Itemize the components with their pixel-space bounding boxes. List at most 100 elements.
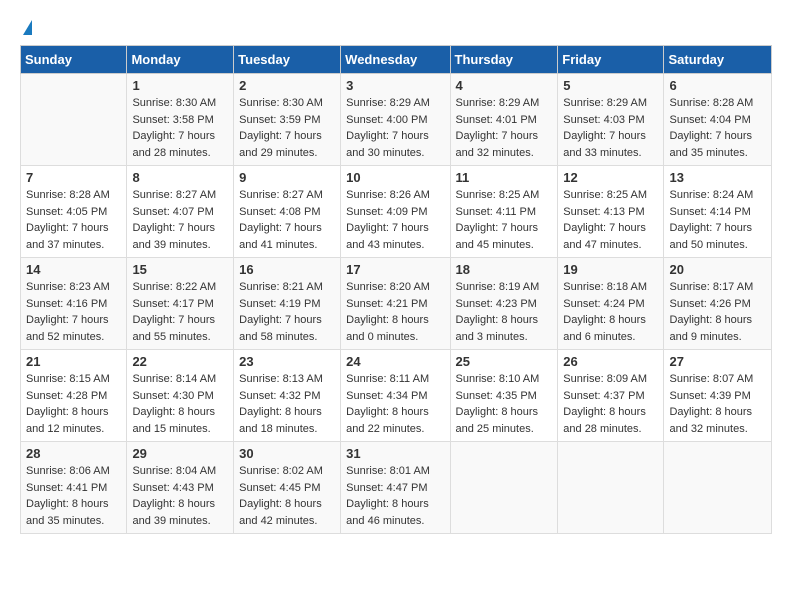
calendar-week-1: 7 Sunrise: 8:28 AMSunset: 4:05 PMDaylight…	[21, 166, 772, 258]
day-number: 25	[456, 354, 553, 369]
day-number: 24	[346, 354, 444, 369]
day-number: 29	[132, 446, 228, 461]
calendar-cell: 8 Sunrise: 8:27 AMSunset: 4:07 PMDaylight…	[127, 166, 234, 258]
cell-content: Sunrise: 8:27 AMSunset: 4:07 PMDaylight:…	[132, 187, 228, 253]
calendar-cell: 3 Sunrise: 8:29 AMSunset: 4:00 PMDaylight…	[341, 74, 450, 166]
calendar-cell: 4Sunrise: 8:29 AMSunset: 4:01 PMDaylight…	[450, 74, 558, 166]
cell-content: Sunrise: 8:26 AMSunset: 4:09 PMDaylight:…	[346, 187, 444, 253]
day-number: 23	[239, 354, 335, 369]
cell-content: Sunrise: 8:28 AMSunset: 4:04 PMDaylight:…	[669, 95, 766, 161]
cell-content: Sunrise: 8:06 AMSunset: 4:41 PMDaylight:…	[26, 463, 121, 529]
cell-content: Sunrise: 8:27 AMSunset: 4:08 PMDaylight:…	[239, 187, 335, 253]
cell-content: Sunrise: 8:14 AMSunset: 4:30 PMDaylight:…	[132, 371, 228, 437]
cell-content: Sunrise: 8:02 AMSunset: 4:45 PMDaylight:…	[239, 463, 335, 529]
day-number: 30	[239, 446, 335, 461]
day-number: 9	[239, 170, 335, 185]
header-tuesday: Tuesday	[234, 46, 341, 74]
calendar-cell	[664, 442, 772, 534]
day-number: 8	[132, 170, 228, 185]
cell-content: Sunrise: 8:07 AMSunset: 4:39 PMDaylight:…	[669, 371, 766, 437]
day-number: 18	[456, 262, 553, 277]
day-number: 31	[346, 446, 444, 461]
cell-content: Sunrise: 8:11 AMSunset: 4:34 PMDaylight:…	[346, 371, 444, 437]
calendar-cell: 12 Sunrise: 8:25 AMSunset: 4:13 PMDayligh…	[558, 166, 664, 258]
calendar-cell: 15 Sunrise: 8:22 AMSunset: 4:17 PMDayligh…	[127, 258, 234, 350]
cell-content: Sunrise: 8:29 AMSunset: 4:01 PMDaylight:…	[456, 95, 553, 161]
cell-content: Sunrise: 8:30 AMSunset: 3:58 PMDaylight:…	[132, 95, 228, 161]
calendar-week-4: 28Sunrise: 8:06 AMSunset: 4:41 PMDayligh…	[21, 442, 772, 534]
calendar-cell	[450, 442, 558, 534]
calendar-cell: 29 Sunrise: 8:04 AMSunset: 4:43 PMDayligh…	[127, 442, 234, 534]
cell-content: Sunrise: 8:10 AMSunset: 4:35 PMDaylight:…	[456, 371, 553, 437]
header-thursday: Thursday	[450, 46, 558, 74]
cell-content: Sunrise: 8:20 AMSunset: 4:21 PMDaylight:…	[346, 279, 444, 345]
header-wednesday: Wednesday	[341, 46, 450, 74]
day-number: 5	[563, 78, 658, 93]
cell-content: Sunrise: 8:29 AMSunset: 4:00 PMDaylight:…	[346, 95, 444, 161]
calendar-cell: 6 Sunrise: 8:28 AMSunset: 4:04 PMDaylight…	[664, 74, 772, 166]
calendar-table: Sunday Monday Tuesday Wednesday Thursday…	[20, 45, 772, 534]
day-number: 19	[563, 262, 658, 277]
cell-content: Sunrise: 8:01 AMSunset: 4:47 PMDaylight:…	[346, 463, 444, 529]
day-number: 3	[346, 78, 444, 93]
day-number: 27	[669, 354, 766, 369]
cell-content: Sunrise: 8:24 AMSunset: 4:14 PMDaylight:…	[669, 187, 766, 253]
calendar-cell: 11Sunrise: 8:25 AMSunset: 4:11 PMDayligh…	[450, 166, 558, 258]
calendar-cell: 27 Sunrise: 8:07 AMSunset: 4:39 PMDayligh…	[664, 350, 772, 442]
calendar-cell: 21Sunrise: 8:15 AMSunset: 4:28 PMDayligh…	[21, 350, 127, 442]
calendar-cell: 22 Sunrise: 8:14 AMSunset: 4:30 PMDayligh…	[127, 350, 234, 442]
calendar-week-3: 21Sunrise: 8:15 AMSunset: 4:28 PMDayligh…	[21, 350, 772, 442]
cell-content: Sunrise: 8:17 AMSunset: 4:26 PMDaylight:…	[669, 279, 766, 345]
cell-content: Sunrise: 8:22 AMSunset: 4:17 PMDaylight:…	[132, 279, 228, 345]
calendar-cell: 30 Sunrise: 8:02 AMSunset: 4:45 PMDayligh…	[234, 442, 341, 534]
calendar-cell: 24 Sunrise: 8:11 AMSunset: 4:34 PMDayligh…	[341, 350, 450, 442]
cell-content: Sunrise: 8:15 AMSunset: 4:28 PMDaylight:…	[26, 371, 121, 437]
header-monday: Monday	[127, 46, 234, 74]
calendar-cell: 10 Sunrise: 8:26 AMSunset: 4:09 PMDayligh…	[341, 166, 450, 258]
calendar-cell: 5 Sunrise: 8:29 AMSunset: 4:03 PMDaylight…	[558, 74, 664, 166]
calendar-cell: 19 Sunrise: 8:18 AMSunset: 4:24 PMDayligh…	[558, 258, 664, 350]
day-number: 12	[563, 170, 658, 185]
day-number: 22	[132, 354, 228, 369]
calendar-week-0: 1 Sunrise: 8:30 AMSunset: 3:58 PMDaylight…	[21, 74, 772, 166]
calendar-cell: 23 Sunrise: 8:13 AMSunset: 4:32 PMDayligh…	[234, 350, 341, 442]
cell-content: Sunrise: 8:28 AMSunset: 4:05 PMDaylight:…	[26, 187, 121, 253]
logo	[20, 20, 32, 35]
cell-content: Sunrise: 8:21 AMSunset: 4:19 PMDaylight:…	[239, 279, 335, 345]
cell-content: Sunrise: 8:25 AMSunset: 4:13 PMDaylight:…	[563, 187, 658, 253]
day-number: 11	[456, 170, 553, 185]
cell-content: Sunrise: 8:19 AMSunset: 4:23 PMDaylight:…	[456, 279, 553, 345]
header-friday: Friday	[558, 46, 664, 74]
day-number: 7	[26, 170, 121, 185]
day-number: 10	[346, 170, 444, 185]
calendar-cell: 26 Sunrise: 8:09 AMSunset: 4:37 PMDayligh…	[558, 350, 664, 442]
cell-content: Sunrise: 8:04 AMSunset: 4:43 PMDaylight:…	[132, 463, 228, 529]
calendar-cell: 16 Sunrise: 8:21 AMSunset: 4:19 PMDayligh…	[234, 258, 341, 350]
day-number: 1	[132, 78, 228, 93]
calendar-cell: 25 Sunrise: 8:10 AMSunset: 4:35 PMDayligh…	[450, 350, 558, 442]
header-row: Sunday Monday Tuesday Wednesday Thursday…	[21, 46, 772, 74]
header	[20, 20, 772, 35]
cell-content: Sunrise: 8:18 AMSunset: 4:24 PMDaylight:…	[563, 279, 658, 345]
day-number: 20	[669, 262, 766, 277]
calendar-cell: 14Sunrise: 8:23 AMSunset: 4:16 PMDayligh…	[21, 258, 127, 350]
calendar-cell: 20 Sunrise: 8:17 AMSunset: 4:26 PMDayligh…	[664, 258, 772, 350]
day-number: 16	[239, 262, 335, 277]
cell-content: Sunrise: 8:29 AMSunset: 4:03 PMDaylight:…	[563, 95, 658, 161]
day-number: 15	[132, 262, 228, 277]
header-sunday: Sunday	[21, 46, 127, 74]
calendar-cell: 13 Sunrise: 8:24 AMSunset: 4:14 PMDayligh…	[664, 166, 772, 258]
calendar-cell: 17 Sunrise: 8:20 AMSunset: 4:21 PMDayligh…	[341, 258, 450, 350]
day-number: 26	[563, 354, 658, 369]
cell-content: Sunrise: 8:09 AMSunset: 4:37 PMDaylight:…	[563, 371, 658, 437]
calendar-cell: 31 Sunrise: 8:01 AMSunset: 4:47 PMDayligh…	[341, 442, 450, 534]
cell-content: Sunrise: 8:13 AMSunset: 4:32 PMDaylight:…	[239, 371, 335, 437]
calendar-cell: 18 Sunrise: 8:19 AMSunset: 4:23 PMDayligh…	[450, 258, 558, 350]
calendar-cell	[558, 442, 664, 534]
day-number: 6	[669, 78, 766, 93]
day-number: 13	[669, 170, 766, 185]
day-number: 17	[346, 262, 444, 277]
calendar-cell: 9 Sunrise: 8:27 AMSunset: 4:08 PMDaylight…	[234, 166, 341, 258]
calendar-cell	[21, 74, 127, 166]
calendar-week-2: 14Sunrise: 8:23 AMSunset: 4:16 PMDayligh…	[21, 258, 772, 350]
